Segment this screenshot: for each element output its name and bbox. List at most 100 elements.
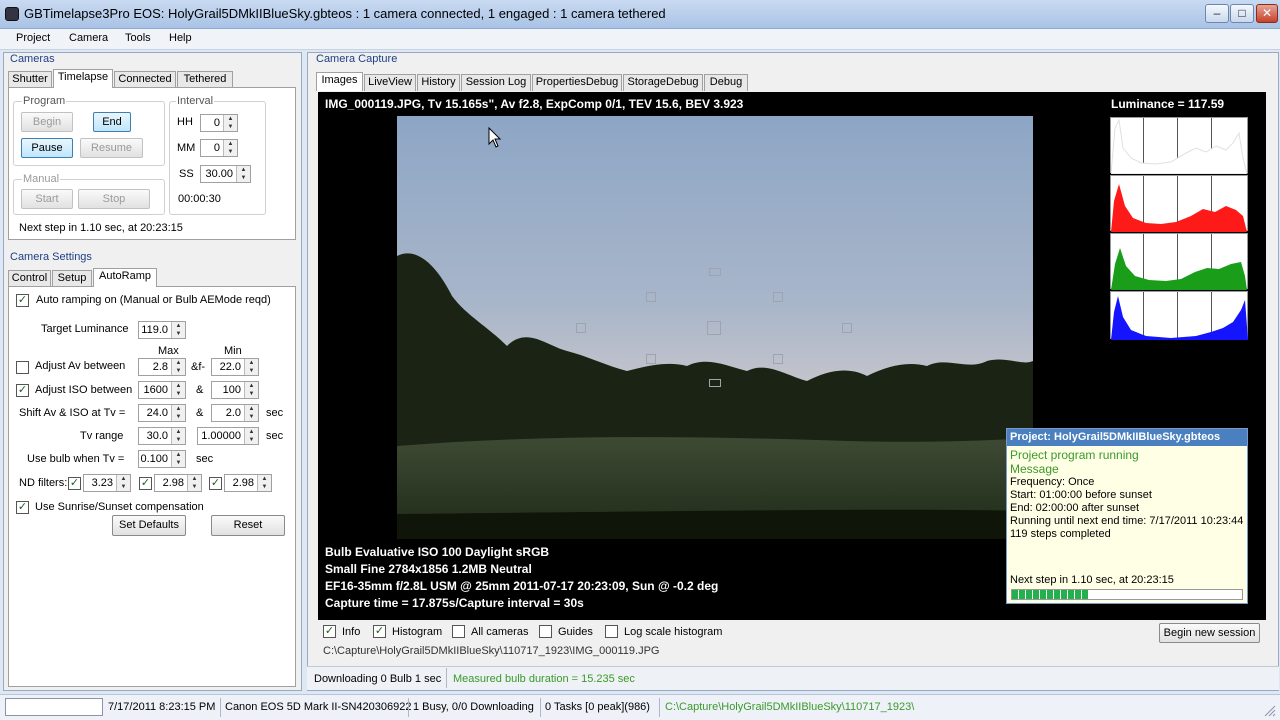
log-histogram-checkbox[interactable] <box>605 625 618 638</box>
start-button[interactable]: Start <box>21 189 73 209</box>
spin-arrows-icon[interactable]: ▲ ▼ <box>116 475 130 491</box>
nd3-stepper[interactable]: 2.98 ▲ ▼ <box>224 474 272 492</box>
tab-storage-debug[interactable]: StorageDebug <box>623 74 703 91</box>
iso-min-stepper[interactable]: 100 ▲ ▼ <box>211 381 259 399</box>
iso-max-stepper[interactable]: 1600 ▲ ▼ <box>138 381 186 399</box>
tv-min-stepper[interactable]: 1.00000 ▲ ▼ <box>197 427 259 445</box>
nd3-value: 2.98 <box>232 477 254 489</box>
histogram-checkbox[interactable]: ✓ <box>373 625 386 638</box>
resize-grip-icon[interactable] <box>1264 705 1276 717</box>
av-max-value: 2.8 <box>152 361 168 373</box>
progress-fill <box>1012 590 1088 599</box>
spin-arrows-icon[interactable]: ▲ ▼ <box>171 322 185 338</box>
tab-tethered[interactable]: Tethered <box>177 71 233 88</box>
av-min-value: 22.0 <box>219 361 241 373</box>
maximize-button[interactable]: □ <box>1230 4 1254 23</box>
spin-arrows-icon[interactable]: ▲ ▼ <box>236 166 250 182</box>
close-button[interactable]: ✕ <box>1256 4 1278 23</box>
tab-autoramp[interactable]: AutoRamp <box>93 268 157 287</box>
spin-arrows-icon[interactable]: ▲ ▼ <box>244 359 258 375</box>
begin-new-session-button[interactable]: Begin new session <box>1159 623 1260 643</box>
tab-images[interactable]: Images <box>316 72 363 91</box>
interval-time: 00:00:30 <box>178 193 221 205</box>
minimize-button[interactable]: – <box>1205 4 1229 23</box>
tab-session-log[interactable]: Session Log <box>461 74 531 91</box>
cameras-group-title: Cameras <box>10 53 55 65</box>
af-point <box>707 321 721 335</box>
menu-project[interactable]: Project <box>16 32 50 44</box>
nd2-checkbox[interactable]: ✓ <box>139 477 152 490</box>
menu-tools[interactable]: Tools <box>125 32 151 44</box>
tab-properties-debug[interactable]: PropertiesDebug <box>532 74 622 91</box>
pause-button[interactable]: Pause <box>21 138 73 158</box>
spin-arrows-icon[interactable]: ▲ ▼ <box>187 475 201 491</box>
resume-button[interactable]: Resume <box>80 138 143 158</box>
hh-label: HH <box>177 116 193 128</box>
spin-arrows-icon[interactable]: ▲ ▼ <box>171 428 185 444</box>
guides-checkbox[interactable] <box>539 625 552 638</box>
nd1-stepper[interactable]: 3.23 ▲ ▼ <box>83 474 131 492</box>
av-max-stepper[interactable]: 2.8 ▲ ▼ <box>138 358 186 376</box>
af-point <box>773 354 783 364</box>
iso-max-value: 1600 <box>143 384 168 396</box>
spin-arrows-icon[interactable]: ▲ ▼ <box>171 405 185 421</box>
mm-stepper[interactable]: 0 ▲ ▼ <box>200 139 238 157</box>
guides-label: Guides <box>558 626 593 638</box>
nd1-checkbox[interactable]: ✓ <box>68 477 81 490</box>
tab-history[interactable]: History <box>417 74 460 91</box>
bulb-duration-text: Measured bulb duration = 15.235 sec <box>453 673 635 685</box>
tab-connected[interactable]: Connected <box>114 71 176 88</box>
ss-stepper[interactable]: 30.00 ▲ ▼ <box>200 165 251 183</box>
tab-liveview[interactable]: LiveView <box>364 74 416 91</box>
image-viewer[interactable]: IMG_000119.JPG, Tv 15.165s", Av f2.8, Ex… <box>318 92 1266 620</box>
adjust-av-checkbox[interactable] <box>16 361 29 374</box>
tab-debug[interactable]: Debug <box>704 74 748 91</box>
spin-arrows-icon[interactable]: ▲ ▼ <box>223 115 237 131</box>
begin-button[interactable]: Begin <box>21 112 73 132</box>
af-point <box>646 354 656 364</box>
tv-max-stepper[interactable]: 30.0 ▲ ▼ <box>138 427 186 445</box>
menu-camera[interactable]: Camera <box>69 32 108 44</box>
spin-arrows-icon[interactable]: ▲ ▼ <box>171 451 185 467</box>
status-tasks: 0 Tasks [0 peak](986) <box>545 701 650 713</box>
tab-shutter[interactable]: Shutter <box>8 71 52 88</box>
ss-label: SS <box>179 168 194 180</box>
mm-label: MM <box>177 142 196 154</box>
image-path: C:\Capture\HolyGrail5DMkIIBlueSky\110717… <box>323 645 660 657</box>
target-luminance-stepper[interactable]: 119.0 ▲ ▼ <box>138 321 186 339</box>
mouse-cursor-icon <box>488 127 502 148</box>
stop-button[interactable]: Stop <box>78 189 150 209</box>
shift-min-stepper[interactable]: 2.0 ▲ ▼ <box>211 404 259 422</box>
shift-unit: sec <box>266 407 284 419</box>
reset-button[interactable]: Reset <box>211 515 285 536</box>
spin-arrows-icon[interactable]: ▲ ▼ <box>171 382 185 398</box>
end-button[interactable]: End <box>93 112 131 132</box>
set-defaults-button[interactable]: Set Defaults <box>112 515 186 536</box>
info-checkbox[interactable]: ✓ <box>323 625 336 638</box>
spin-arrows-icon[interactable]: ▲ ▼ <box>244 382 258 398</box>
sunrise-label: Use Sunrise/Sunset compensation <box>35 501 204 513</box>
av-min-stepper[interactable]: 22.0 ▲ ▼ <box>211 358 259 376</box>
auto-ramping-checkbox[interactable]: ✓ <box>16 294 29 307</box>
tab-setup[interactable]: Setup <box>52 270 92 287</box>
status-bar: 7/17/2011 8:23:15 PM Canon EOS 5D Mark I… <box>0 694 1280 720</box>
all-cameras-checkbox[interactable] <box>452 625 465 638</box>
spin-arrows-icon[interactable]: ▲ ▼ <box>244 405 258 421</box>
sunrise-checkbox[interactable]: ✓ <box>16 501 29 514</box>
iso-separator: & <box>196 384 204 396</box>
separator <box>659 698 660 717</box>
adjust-iso-checkbox[interactable]: ✓ <box>16 384 29 397</box>
hh-stepper[interactable]: 0 ▲ ▼ <box>200 114 238 132</box>
tab-timelapse[interactable]: Timelapse <box>53 69 113 88</box>
spin-arrows-icon[interactable]: ▲ ▼ <box>244 428 258 444</box>
all-cameras-label: All cameras <box>471 626 529 638</box>
menu-help[interactable]: Help <box>169 32 192 44</box>
spin-arrows-icon[interactable]: ▲ ▼ <box>257 475 271 491</box>
shift-max-stepper[interactable]: 24.0 ▲ ▼ <box>138 404 186 422</box>
spin-arrows-icon[interactable]: ▲ ▼ <box>223 140 237 156</box>
nd3-checkbox[interactable]: ✓ <box>209 477 222 490</box>
tab-control[interactable]: Control <box>8 270 51 287</box>
spin-arrows-icon[interactable]: ▲ ▼ <box>171 359 185 375</box>
bulb-stepper[interactable]: 0.100 ▲ ▼ <box>138 450 186 468</box>
nd2-stepper[interactable]: 2.98 ▲ ▼ <box>154 474 202 492</box>
